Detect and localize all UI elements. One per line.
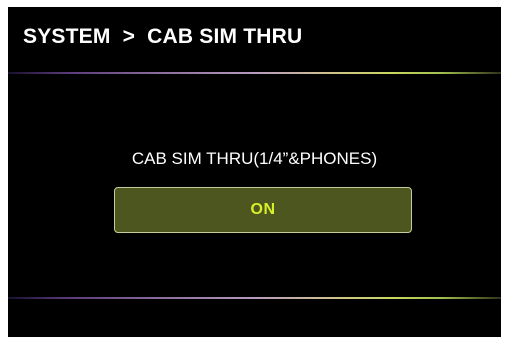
page-title: SYSTEM > CAB SIM THRU — [23, 25, 303, 48]
setting-label: CAB SIM THRU(1/4”&PHONES) — [131, 149, 378, 168]
header-divider — [8, 72, 501, 74]
device-screen: SYSTEM > CAB SIM THRU CAB SIM THRU(1/4”&… — [8, 7, 501, 337]
footer-divider — [8, 297, 501, 299]
cab-sim-thru-toggle-button[interactable]: ON — [114, 187, 412, 233]
toggle-value: ON — [250, 201, 276, 218]
